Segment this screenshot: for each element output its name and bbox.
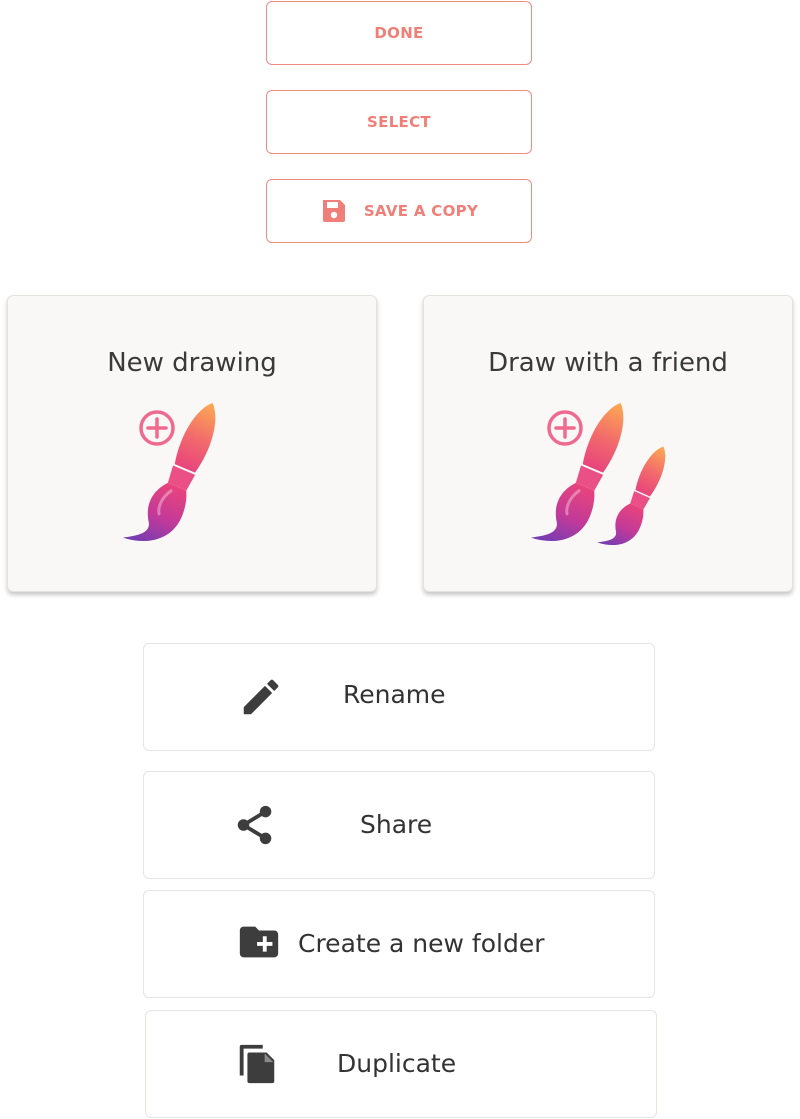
rename-label: Rename — [343, 680, 446, 709]
floppy-disk-icon — [320, 197, 348, 225]
pencil-icon — [243, 679, 279, 715]
select-label: SELECT — [367, 113, 431, 131]
new-drawing-card[interactable]: New drawing — [7, 295, 377, 592]
share-icon — [237, 805, 272, 845]
save-a-copy-label: SAVE A COPY — [363, 202, 479, 220]
share-label: Share — [360, 810, 433, 839]
duplicate-label: Duplicate — [337, 1049, 457, 1078]
create-new-folder-action[interactable]: Create a new folder — [143, 890, 655, 998]
copy-icon — [239, 1044, 275, 1084]
rename-action[interactable]: Rename — [143, 643, 655, 751]
two-paintbrushes-plus-icon — [530, 403, 666, 545]
create-new-folder-label: Create a new folder — [298, 929, 545, 958]
share-action[interactable]: Share — [143, 771, 655, 879]
draw-with-friend-card[interactable]: Draw with a friend — [423, 295, 793, 592]
select-button[interactable]: SELECT — [266, 90, 532, 154]
save-a-copy-button[interactable]: SAVE A COPY — [266, 179, 532, 243]
folder-plus-icon — [239, 926, 279, 958]
done-label: DONE — [374, 24, 424, 42]
done-button[interactable]: DONE — [266, 1, 532, 65]
duplicate-action[interactable]: Duplicate — [145, 1010, 657, 1118]
paintbrush-plus-icon — [122, 403, 216, 541]
